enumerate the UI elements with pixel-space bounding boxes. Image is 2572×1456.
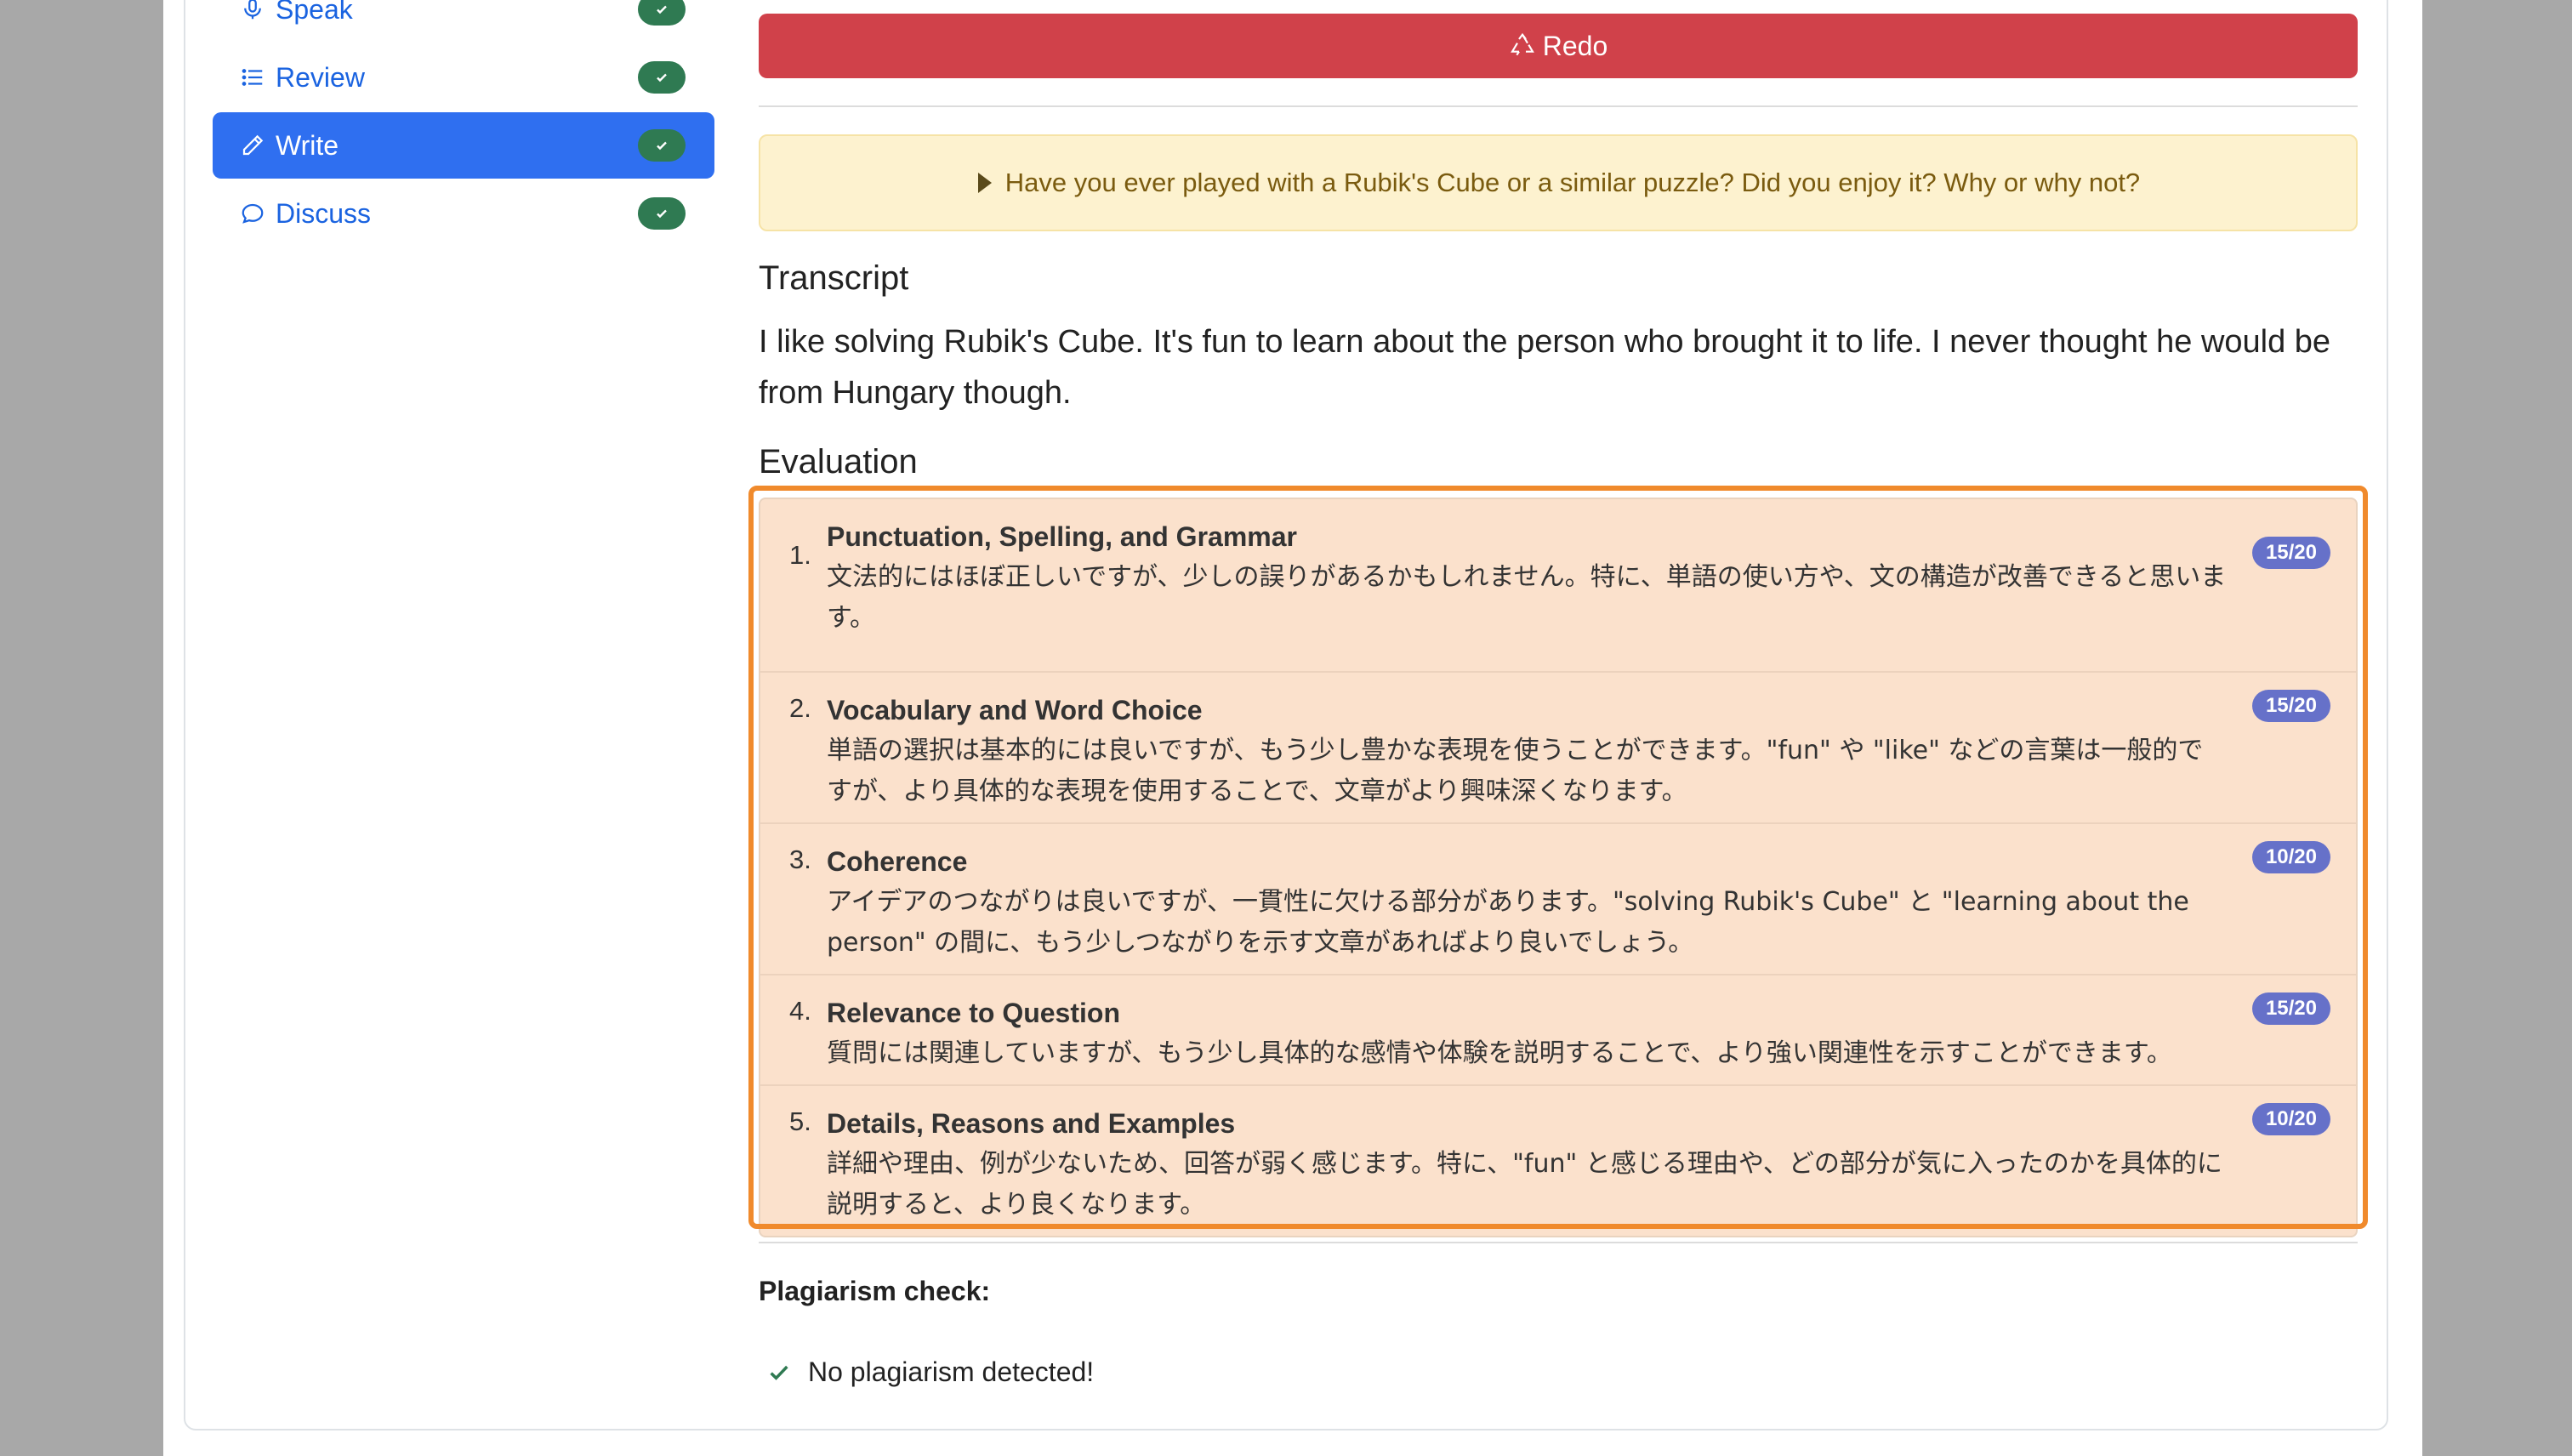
sidebar-item-write[interactable]: Write: [213, 112, 714, 179]
transcript-text: I like solving Rubik's Cube. It's fun to…: [759, 324, 2331, 411]
completed-badge: [638, 129, 686, 162]
completed-badge: [638, 197, 686, 230]
sidebar-item-label: Write: [276, 129, 339, 161]
sidebar-item-discuss[interactable]: Discuss: [213, 180, 714, 247]
redo-label: Redo: [1542, 30, 1608, 61]
check-icon: [657, 73, 667, 82]
divider: [759, 105, 2358, 107]
divider: [759, 1242, 2358, 1243]
sidebar-item-label: Discuss: [276, 197, 372, 229]
completed-badge: [638, 0, 686, 26]
transcript-heading: Transcript: [759, 259, 909, 297]
check-icon: [657, 141, 667, 151]
page: Speak Review Write Discuss Redo Have you…: [163, 0, 2422, 1456]
sidebar-item-review[interactable]: Review: [213, 44, 714, 111]
check-icon: [657, 5, 667, 14]
caret-right-icon: [977, 173, 992, 193]
plagiarism-label: Plagiarism check:: [759, 1276, 991, 1306]
microphone-icon: [240, 0, 265, 22]
sidebar-item-speak[interactable]: Speak: [213, 0, 714, 43]
sidebar-item-label: Review: [276, 61, 365, 93]
question-text: Have you ever played with a Rubik's Cube…: [1004, 168, 2141, 197]
check-icon: [657, 209, 667, 219]
evaluation-heading: Evaluation: [759, 443, 918, 481]
check-icon: [770, 1365, 788, 1380]
pencil-icon: [240, 133, 265, 158]
plagiarism-result-text: No plagiarism detected!: [808, 1356, 1095, 1387]
redo-button[interactable]: Redo: [759, 14, 2358, 78]
list-icon: [240, 65, 265, 90]
chat-bubble-icon: [240, 201, 265, 226]
plagiarism-result: No plagiarism detected!: [767, 1356, 1094, 1388]
question-disclosure[interactable]: Have you ever played with a Rubik's Cube…: [759, 134, 2358, 231]
sidebar-item-label: Speak: [276, 0, 353, 25]
evaluation-highlight-outline: [748, 486, 2368, 1229]
recycle-icon: [1510, 32, 1534, 56]
completed-badge: [638, 61, 686, 94]
